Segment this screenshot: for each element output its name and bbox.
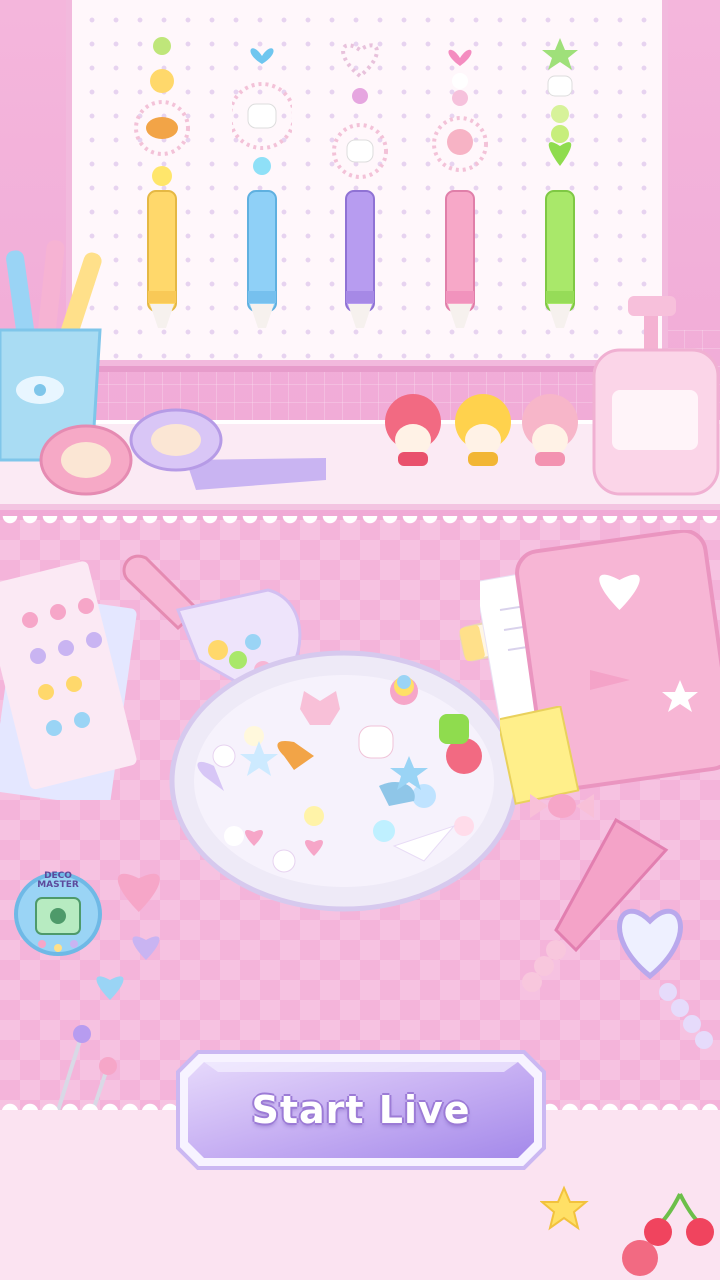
blue-pen[interactable] bbox=[228, 36, 296, 336]
hand-mirror-icon bbox=[617, 908, 713, 1049]
green-pen[interactable] bbox=[530, 36, 590, 336]
fruit-figures-icon bbox=[385, 394, 578, 466]
soap-bottle-icon bbox=[592, 296, 720, 496]
gem-hearts-icon bbox=[96, 873, 160, 1000]
pink-pen[interactable] bbox=[430, 36, 490, 336]
charm-plate[interactable] bbox=[164, 646, 524, 916]
washi-tape-icon bbox=[39, 408, 326, 496]
yellow-pen[interactable] bbox=[132, 36, 192, 336]
purple-pen[interactable] bbox=[330, 36, 390, 336]
lace-trim-top bbox=[0, 516, 720, 530]
game-scene: DECO MASTER Start Live bbox=[0, 0, 720, 1280]
start-live-label: Start Live bbox=[251, 1088, 471, 1132]
device-brand-label: DECO MASTER bbox=[37, 871, 79, 890]
start-live-button[interactable]: Start Live bbox=[174, 1048, 548, 1172]
cherries-star-icon bbox=[540, 1185, 714, 1276]
